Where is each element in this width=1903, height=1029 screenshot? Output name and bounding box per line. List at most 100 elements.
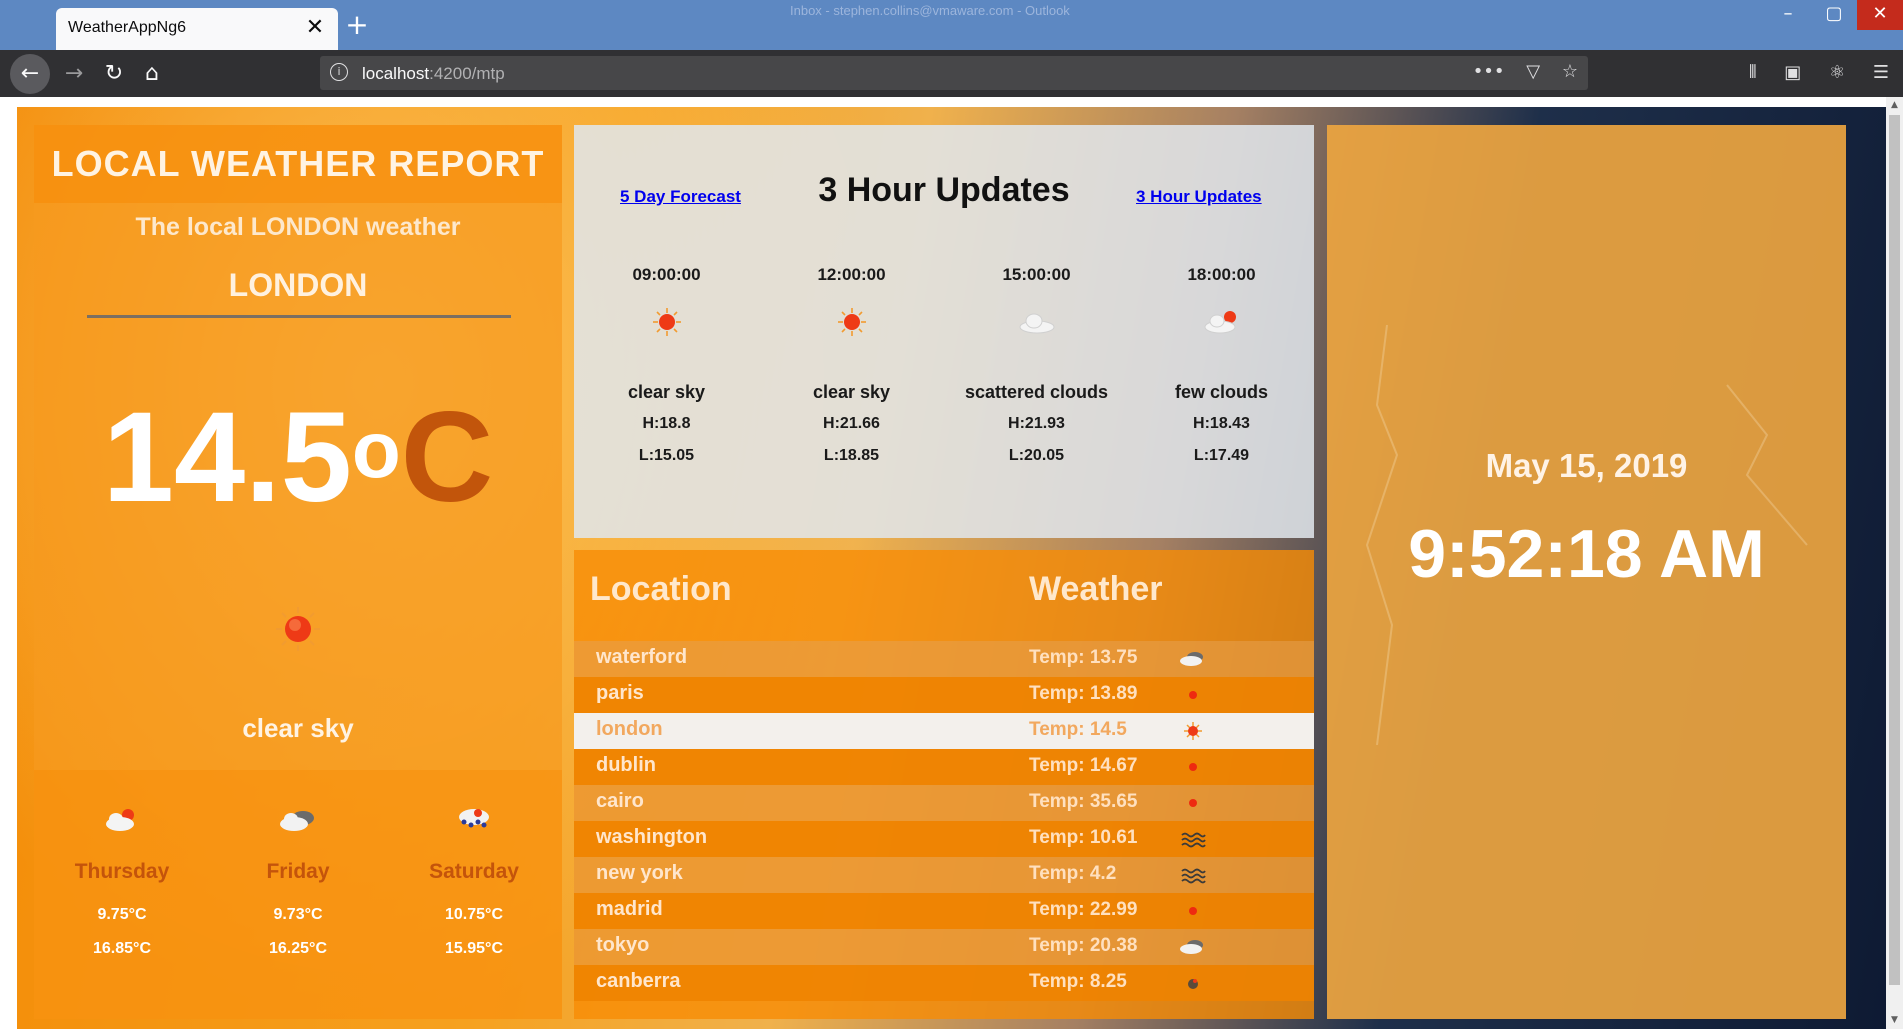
three-hour-panel: 5 Day Forecast 3 Hour Updates 3 Hour Upd… bbox=[574, 125, 1314, 538]
three-hour-updates-link[interactable]: 3 Hour Updates bbox=[1136, 187, 1262, 207]
rain-cloud-icon bbox=[459, 809, 489, 828]
scroll-up-icon[interactable]: ▲ bbox=[1886, 97, 1903, 114]
sun-icon bbox=[837, 308, 866, 336]
tab-close-icon[interactable]: ✕ bbox=[302, 15, 328, 41]
forecast-day: Saturday 10.75°C 15.95°C bbox=[386, 770, 562, 1019]
reload-icon[interactable]: ↻ bbox=[96, 57, 132, 91]
navigation-toolbar: ← → ↻ ⌂ i localhost:4200/mtp ••• ▽ ☆ ⫴ ▣… bbox=[0, 50, 1903, 97]
forecast-strip: Thursday 9.75°C 16.85°C Friday 9.73°C 16… bbox=[34, 770, 562, 1019]
location-row[interactable]: waterford Temp: 13.75 bbox=[574, 641, 1314, 677]
scroll-thumb[interactable] bbox=[1889, 115, 1900, 985]
location-row-selected[interactable]: london Temp: 14.5 bbox=[574, 713, 1314, 749]
slot-time: 18:00:00 bbox=[1187, 265, 1256, 284]
react-devtools-icon[interactable]: ⚛ bbox=[1829, 62, 1845, 83]
forward-arrow-icon[interactable]: → bbox=[56, 57, 92, 91]
current-date: May 15, 2019 bbox=[1485, 447, 1688, 484]
slot-low: L:18.85 bbox=[823, 447, 880, 464]
location-city: washington bbox=[596, 826, 708, 848]
url-text[interactable]: localhost:4200/mtp bbox=[362, 64, 505, 84]
window-close-icon[interactable]: ✕ bbox=[1857, 0, 1903, 30]
home-icon[interactable]: ⌂ bbox=[134, 57, 170, 91]
hour-slot: 15:00:00 scattered clouds H:21.93 L:20.0… bbox=[944, 265, 1129, 472]
maximize-icon[interactable]: ▢ bbox=[1811, 0, 1857, 30]
pocket-icon[interactable]: ▽ bbox=[1526, 61, 1540, 82]
location-temp: Temp: 10.61 bbox=[1029, 827, 1138, 848]
cloud-sun-icon bbox=[106, 809, 134, 831]
local-weather-title: LOCAL WEATHER REPORT bbox=[34, 125, 562, 203]
hour-slot: 12:00:00 clear sky H:21.66 L:18.85 bbox=[759, 265, 944, 472]
page-viewport: LOCAL WEATHER REPORT The local LONDON we… bbox=[0, 97, 1903, 1029]
slot-description: clear sky bbox=[812, 382, 891, 402]
location-temp: Temp: 14.67 bbox=[1029, 755, 1138, 776]
minimize-icon[interactable]: – bbox=[1765, 0, 1811, 30]
dark-cloud-icon bbox=[280, 811, 314, 831]
cloud-sun-icon bbox=[1204, 311, 1236, 334]
location-row[interactable]: tokyo Temp: 20.38 bbox=[574, 929, 1314, 965]
cloud-icon bbox=[1019, 313, 1054, 334]
location-row[interactable]: madrid Temp: 22.99 bbox=[574, 893, 1314, 929]
location-row[interactable]: dublin Temp: 14.67 bbox=[574, 749, 1314, 785]
sun-icon bbox=[276, 607, 320, 651]
clock-panel: May 15, 2019 9:52:18 AM bbox=[1327, 125, 1846, 1019]
local-weather-panel: LOCAL WEATHER REPORT The local LONDON we… bbox=[34, 125, 562, 1019]
sidebar-icon[interactable]: ▣ bbox=[1784, 62, 1801, 83]
location-temp: Temp: 14.5 bbox=[1029, 719, 1127, 740]
forecast-high: 16.25°C bbox=[269, 940, 327, 957]
library-icon[interactable]: ⫴ bbox=[1749, 62, 1757, 83]
location-city: tokyo bbox=[596, 934, 650, 956]
forecast-day: Thursday 9.75°C 16.85°C bbox=[34, 770, 210, 1019]
location-row[interactable]: canberra Temp: 8.25 bbox=[574, 965, 1314, 1001]
slot-time: 12:00:00 bbox=[817, 265, 886, 284]
location-table: Location Weather waterford Temp: 13.75 p… bbox=[574, 550, 1314, 1019]
location-row[interactable]: new york Temp: 4.2 bbox=[574, 857, 1314, 893]
location-temp: Temp: 13.75 bbox=[1029, 647, 1138, 668]
address-bar[interactable]: i localhost:4200/mtp ••• ▽ ☆ bbox=[320, 56, 1588, 90]
window-titlebar: Inbox - stephen.collins@vmaware.com - Ou… bbox=[0, 0, 1903, 50]
forecast-low: 9.75°C bbox=[97, 906, 147, 923]
local-weather-subtitle: The local LONDON weather bbox=[135, 213, 461, 241]
new-tab-icon[interactable]: + bbox=[342, 10, 372, 40]
scroll-down-icon[interactable]: ▼ bbox=[1886, 1012, 1903, 1029]
current-description: clear sky bbox=[242, 713, 354, 743]
cloud-icon bbox=[1180, 940, 1203, 954]
location-row[interactable]: paris Temp: 13.89 bbox=[574, 677, 1314, 713]
location-temp: Temp: 13.89 bbox=[1029, 683, 1138, 704]
location-city: london bbox=[596, 718, 663, 740]
temperature-unit: C bbox=[400, 386, 494, 529]
current-time: 9:52:18 AM bbox=[1408, 516, 1765, 592]
url-actions: ••• ▽ ☆ bbox=[1457, 61, 1578, 82]
hamburger-menu-icon[interactable]: ☰ bbox=[1873, 62, 1889, 83]
location-header: Location bbox=[590, 570, 732, 608]
vertical-scrollbar[interactable]: ▲ ▼ bbox=[1886, 97, 1903, 1029]
slot-high: H:21.93 bbox=[1008, 415, 1065, 432]
location-city: madrid bbox=[596, 898, 663, 920]
slot-high: H:18.8 bbox=[642, 415, 691, 432]
browser-tab[interactable]: WeatherAppNg6 ✕ bbox=[56, 8, 338, 50]
site-info-icon[interactable]: i bbox=[330, 63, 348, 81]
divider bbox=[87, 315, 511, 318]
location-city: dublin bbox=[596, 754, 656, 776]
mist-icon bbox=[1181, 832, 1206, 848]
forecast-day: Friday 9.73°C 16.25°C bbox=[210, 770, 386, 1019]
slot-high: H:18.43 bbox=[1193, 415, 1250, 432]
location-row[interactable]: cairo Temp: 35.65 bbox=[574, 785, 1314, 821]
location-city: new york bbox=[596, 862, 683, 884]
page-actions-icon[interactable]: ••• bbox=[1473, 61, 1505, 82]
location-city: canberra bbox=[596, 970, 681, 992]
weather-app: LOCAL WEATHER REPORT The local LONDON we… bbox=[17, 107, 1887, 1029]
red-dot-icon bbox=[1189, 799, 1197, 807]
red-dot-icon bbox=[1189, 691, 1197, 699]
mist-icon bbox=[1181, 868, 1206, 884]
back-arrow-icon[interactable]: ← bbox=[10, 54, 50, 94]
slot-time: 15:00:00 bbox=[1002, 265, 1071, 284]
location-row[interactable]: washington Temp: 10.61 bbox=[574, 821, 1314, 857]
red-dot-icon bbox=[1189, 763, 1197, 771]
bookmark-star-icon[interactable]: ☆ bbox=[1562, 61, 1578, 82]
forecast-day-name: Friday bbox=[266, 860, 330, 883]
location-temp: Temp: 4.2 bbox=[1029, 863, 1117, 884]
location-rows: waterford Temp: 13.75 paris Temp: 13.89 … bbox=[574, 641, 1314, 1001]
slot-description: few clouds bbox=[1174, 382, 1268, 402]
hour-slot: 18:00:00 few clouds H:18.43 L:17.49 bbox=[1129, 265, 1314, 472]
sun-icon bbox=[1184, 722, 1202, 740]
location-city: paris bbox=[596, 682, 644, 704]
